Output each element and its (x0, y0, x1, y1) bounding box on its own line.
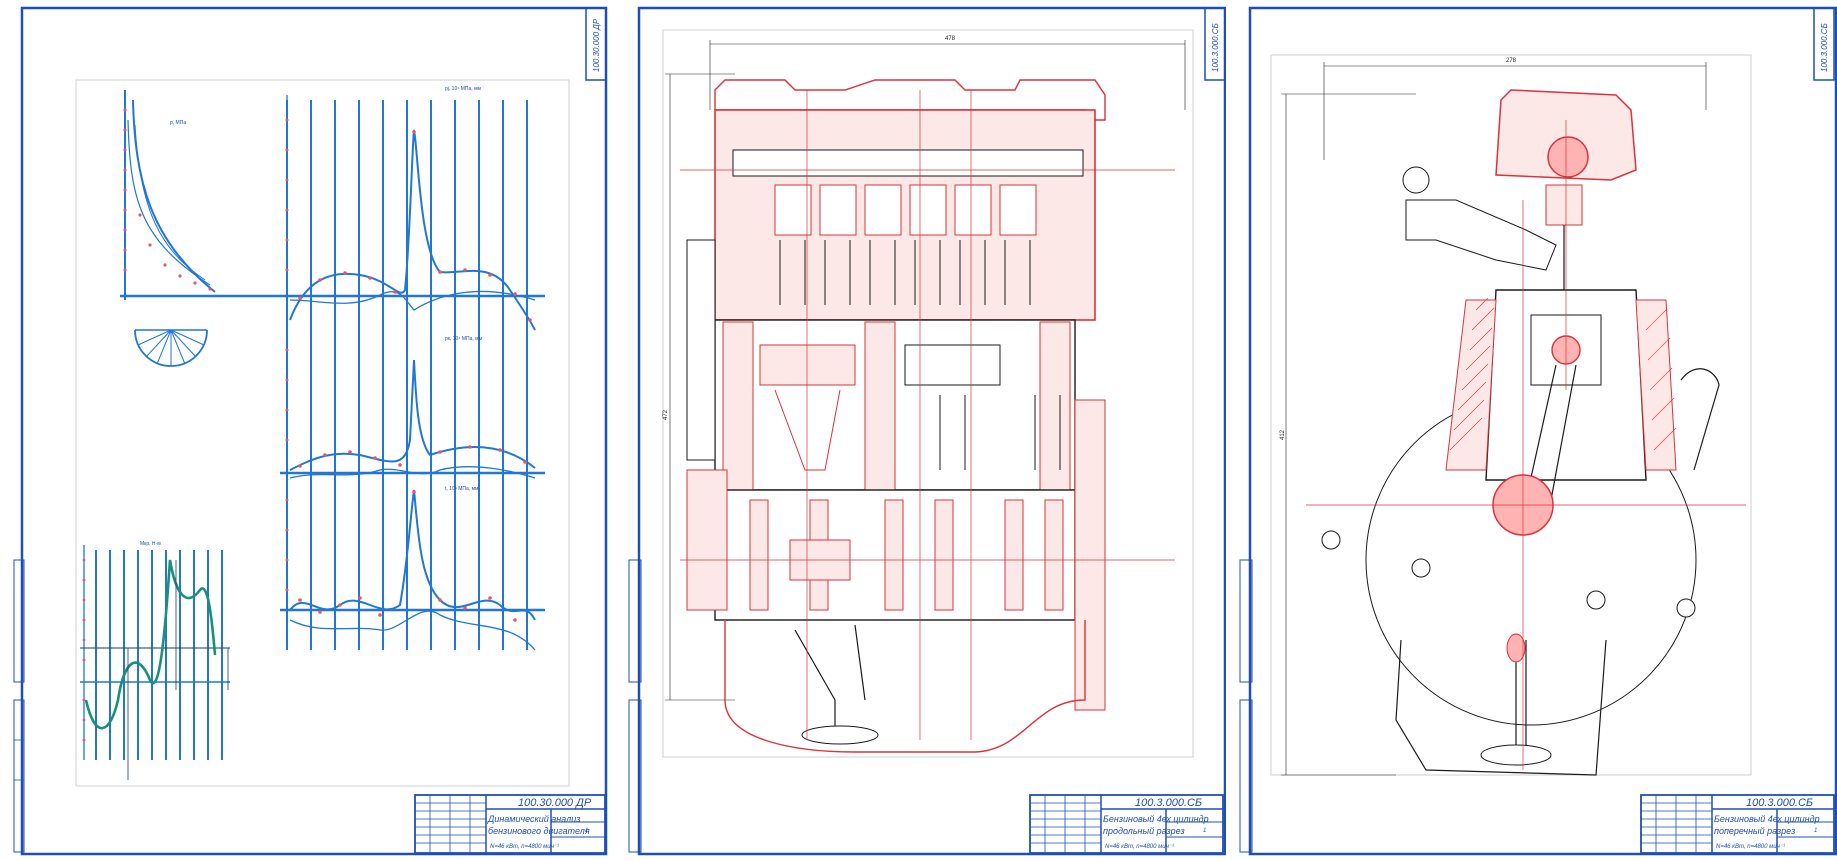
sheet-title-line2: поперечный разрез (1714, 826, 1795, 836)
pk-title: pк, 10⁴ МПа, мм (445, 336, 483, 342)
sheet-title-line1: Бензиновый 4ех цилиндр (1103, 814, 1209, 824)
force-chart-grid (286, 100, 528, 650)
side-code: 100.3.000.СБ (1820, 23, 1829, 72)
sheet-code: 100.30.000 ДР (518, 797, 592, 809)
pv-diagram: p, МПа (120, 90, 280, 367)
sheet-title-line2: бензинового двигателя (488, 826, 590, 836)
sheet-code: 100.3.000.СБ (1746, 797, 1813, 809)
sheet-subtitle: N=46 кВт, n=4800 мин⁻¹ (490, 844, 559, 850)
drawing-sheet-longitudinal: 100.3.000.СБ 478 472 100.3.000.СБ Бензин… (615, 0, 1226, 860)
sheet-title-line1: Бензиновый 4ех цилиндр (1714, 814, 1820, 824)
t-curve (289, 489, 536, 651)
m-title: Мкр, Н·м (140, 541, 161, 547)
dim-width: 278 (1506, 58, 1517, 64)
side-code: 100.3.000.СБ (1211, 23, 1220, 72)
sheet-2-canvas: 100.3.000.СБ 478 472 100.3.000.СБ Бензин… (628, 6, 1226, 856)
sheet-number: 1 (585, 828, 588, 834)
pv-title: p, МПа (170, 120, 186, 126)
torque-chart: Мкр, Н·м (80, 541, 230, 780)
side-code: 100.30.000 ДР (592, 18, 601, 72)
dim-width: 478 (945, 36, 956, 42)
engine-transverse-section (1321, 89, 1720, 776)
dim-height: 472 (663, 409, 669, 420)
sheet-subtitle: N=46 кВт, n=4800 мин⁻¹ (1716, 844, 1785, 850)
sheet-1-canvas: 100.30.000 ДР p, МПа pj, 10⁴ МПа, мм pк,… (13, 6, 608, 856)
pj-title: pj, 10⁴ МПа, мм (445, 86, 482, 92)
sheet-title-line2: продольный разрез (1103, 826, 1185, 836)
pk-curve (289, 359, 536, 479)
t-title: t, 10⁴ МПа, мм (445, 486, 479, 492)
sheet-title-line1: Динамический анализ (487, 814, 580, 824)
drawing-sheet-transverse: 100.3.000.СБ 278 412 100.3.000.СБ Бензин… (1226, 0, 1837, 860)
pj-curve (289, 129, 536, 331)
sheet-code: 100.3.000.СБ (1135, 797, 1202, 809)
dim-height: 412 (1280, 429, 1286, 440)
sheet-number: 1 (1814, 828, 1817, 834)
sheet-number: 1 (1203, 828, 1206, 834)
sheet-subtitle: N=46 кВт, n=4800 мин⁻¹ (1105, 844, 1174, 850)
sheet-3-canvas: 100.3.000.СБ 278 412 100.3.000.СБ Бензин… (1239, 6, 1837, 856)
engine-longitudinal-section (686, 79, 1106, 753)
drawing-sheet-dynamics: 100.30.000 ДР p, МПа pj, 10⁴ МПа, мм pк,… (0, 0, 615, 860)
